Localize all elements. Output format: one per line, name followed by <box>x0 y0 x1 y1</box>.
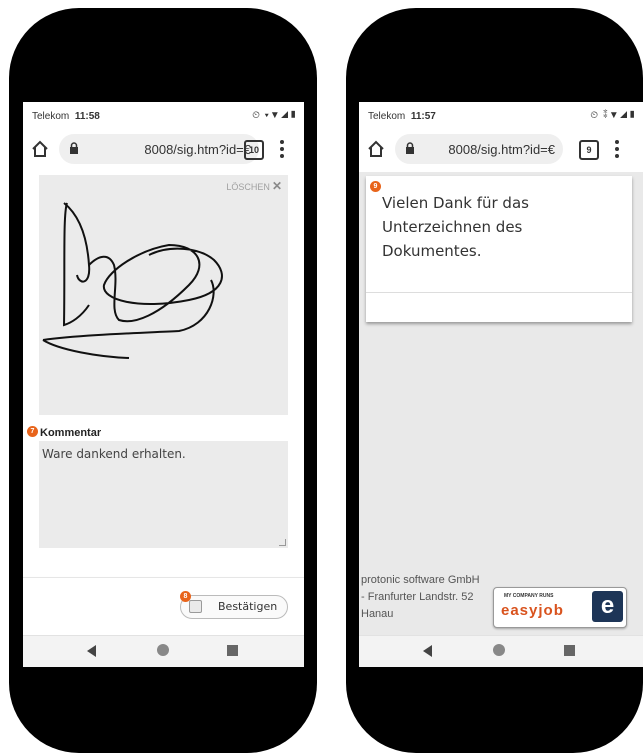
comment-value: Ware dankend erhalten. <box>42 447 186 461</box>
tab-switcher-button[interactable]: 9 <box>579 140 599 160</box>
confirmation-card: 9 Vielen Dank für das Unterzeichnen des … <box>366 176 632 322</box>
confirm-label: Bestätigen <box>218 600 278 613</box>
recents-icon[interactable] <box>227 645 238 656</box>
page-body: 9 Vielen Dank für das Unterzeichnen des … <box>359 172 643 636</box>
address-bar[interactable]: 8008/sig.htm?id=€ <box>395 134 563 164</box>
home-circle-icon[interactable] <box>493 644 505 656</box>
recents-icon[interactable] <box>564 645 575 656</box>
status-bar: Telekom 11:57 ⏲ ⁑▼◢▮ <box>359 102 643 128</box>
android-nav-bar <box>359 635 643 667</box>
logo-e-icon: e <box>592 591 623 622</box>
company-name: protonic software GmbH <box>361 574 480 586</box>
comment-label: Kommentar <box>40 427 102 439</box>
signature-pad[interactable]: LÖSCHEN ✕ <box>39 175 288 415</box>
company-street: - Franfurter Landstr. 52 <box>361 591 474 603</box>
resize-handle-icon[interactable] <box>279 539 286 546</box>
confirm-button[interactable]: Bestätigen <box>180 595 288 619</box>
divider <box>366 292 632 293</box>
carrier-name: Telekom <box>368 111 406 122</box>
thank-you-message: Vielen Dank für das Unterzeichnen des Do… <box>382 194 529 260</box>
back-icon[interactable] <box>87 645 96 657</box>
company-address: protonic software GmbH - Franfurter Land… <box>361 572 480 623</box>
home-icon[interactable] <box>367 140 385 158</box>
confirm-checkbox[interactable] <box>189 600 202 613</box>
logo-tagline: MY COMPANY RUNS <box>504 593 554 599</box>
home-circle-icon[interactable] <box>157 644 169 656</box>
screen-left: Telekom 11:58 ⏲ ▾▼◢▮ 8008/sig.htm?id=€ 1… <box>23 102 304 667</box>
comment-textarea[interactable]: Ware dankend erhalten. <box>39 441 288 548</box>
status-bar: Telekom 11:58 ⏲ ▾▼◢▮ <box>23 102 304 128</box>
tab-switcher-button[interactable]: 10 <box>244 140 264 160</box>
status-time: 11:57 <box>410 111 436 122</box>
overflow-menu-icon[interactable] <box>614 138 620 160</box>
carrier-name: Telekom <box>32 111 70 122</box>
status-carrier: Telekom 11:58 <box>32 111 100 122</box>
back-icon[interactable] <box>423 645 432 657</box>
signature-stroke <box>42 202 223 359</box>
action-footer: Bestätigen 8 <box>23 577 304 635</box>
status-carrier: Telekom 11:57 <box>368 111 436 122</box>
logo-wordmark: easyjob <box>501 602 564 619</box>
browser-toolbar: 8008/sig.htm?id=€ 9 <box>359 128 643 172</box>
lock-icon <box>406 142 414 154</box>
home-icon[interactable] <box>31 140 49 158</box>
android-nav-bar <box>23 635 304 667</box>
browser-toolbar: 8008/sig.htm?id=€ 10 <box>23 128 304 172</box>
company-city: Hanau <box>361 608 394 620</box>
lock-icon <box>70 142 78 154</box>
step-badge-7: 7 <box>27 426 38 437</box>
overflow-menu-icon[interactable] <box>279 138 285 160</box>
easyjob-logo: MY COMPANY RUNS easyjob e <box>493 587 627 628</box>
url-text: 8008/sig.htm?id=€ <box>144 142 251 157</box>
url-text: 8008/sig.htm?id=€ <box>448 142 555 157</box>
screen-right: Telekom 11:57 ⏲ ⁑▼◢▮ 8008/sig.htm?id=€ 9… <box>359 102 643 667</box>
status-time: 11:58 <box>74 111 100 122</box>
status-icons: ⏲ ▾▼◢▮ <box>252 110 298 121</box>
step-badge-8: 8 <box>180 591 191 602</box>
address-bar[interactable]: 8008/sig.htm?id=€ <box>59 134 259 164</box>
step-badge-9: 9 <box>370 181 381 192</box>
status-icons: ⏲ ⁑▼◢▮ <box>590 110 637 121</box>
